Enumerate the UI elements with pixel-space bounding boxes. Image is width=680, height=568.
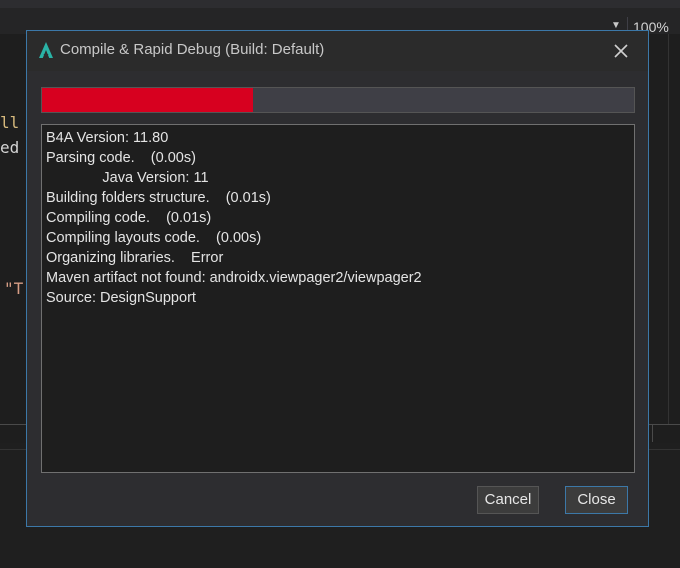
cancel-button[interactable]: Cancel <box>477 486 539 514</box>
vertical-scrollbar[interactable] <box>668 34 680 424</box>
log-line: Source: DesignSupport <box>46 290 196 306</box>
dialog-titlebar[interactable]: Compile & Rapid Debug (Build: Default) <box>27 31 648 71</box>
log-line: Organizing libraries. Error <box>46 250 224 266</box>
ide-title-strip <box>0 0 680 8</box>
compile-log[interactable]: B4A Version: 11.80 Parsing code. (0.00s)… <box>41 124 635 473</box>
log-line: Maven artifact not found: androidx.viewp… <box>46 270 422 286</box>
code-fragment: "T <box>4 279 24 298</box>
b4a-logo-icon <box>39 42 53 58</box>
code-fragment: ll <box>0 113 20 132</box>
log-line: Building folders structure. (0.01s) <box>46 190 271 206</box>
close-icon[interactable] <box>607 38 635 64</box>
log-line: Java Version: 11 <box>46 170 209 186</box>
log-line: Compiling layouts code. (0.00s) <box>46 230 262 246</box>
screen: ▼ 100% ll ed "T Compile & Rapid Debug (B… <box>0 0 680 568</box>
compile-dialog: Compile & Rapid Debug (Build: Default) B… <box>26 30 649 527</box>
close-button[interactable]: Close <box>565 486 628 514</box>
log-line: B4A Version: 11.80 <box>46 130 169 146</box>
scrollbar-corner <box>652 424 670 442</box>
progress-fill <box>42 88 254 112</box>
log-line: Compiling code. (0.01s) <box>46 210 212 226</box>
compile-progress-bar <box>41 87 635 113</box>
code-fragment: ed <box>0 138 20 157</box>
log-line: Parsing code. (0.00s) <box>46 150 196 166</box>
dialog-title: Compile & Rapid Debug (Build: Default) <box>60 41 325 58</box>
